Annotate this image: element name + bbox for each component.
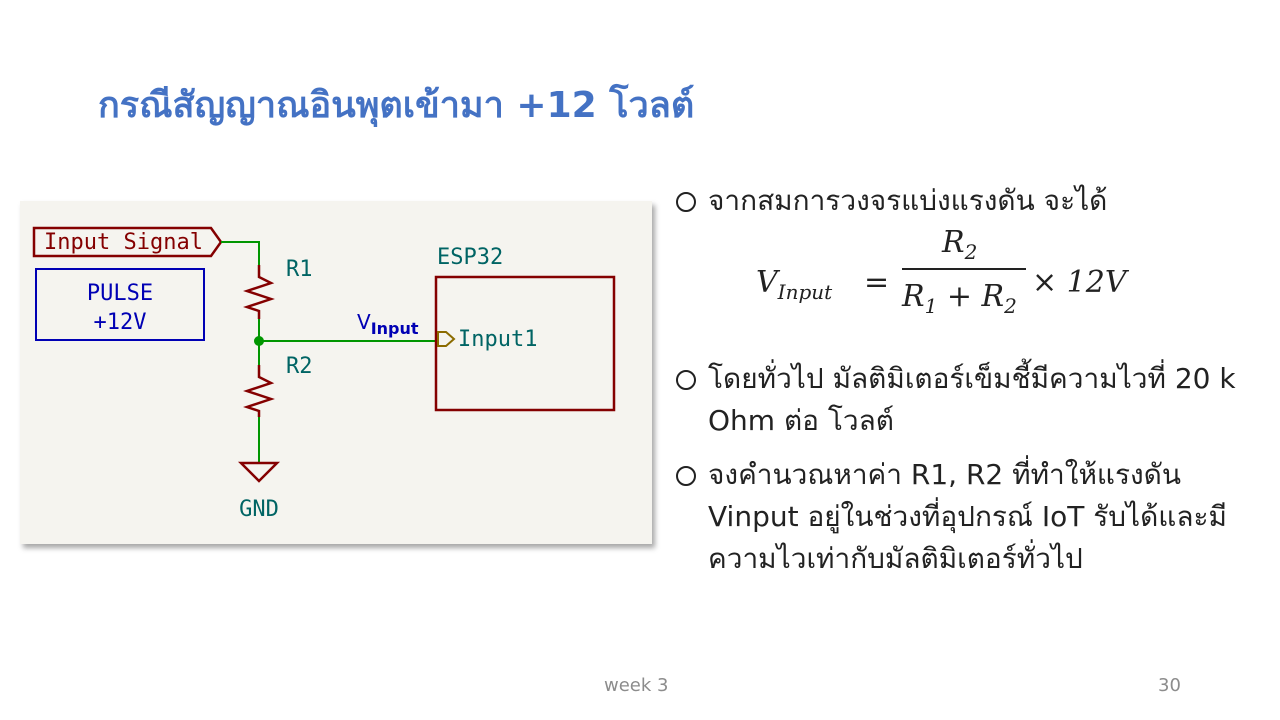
ground-symbol — [237, 461, 281, 483]
esp32-label: ESP32 — [437, 245, 503, 270]
schematic-diagram: Input Signal PULSE +12V R1 R2 GND VInput… — [32, 226, 616, 522]
slide-title: กรณีสัญญาณอินพุตเข้ามา +12 โวลต์ — [98, 85, 695, 126]
footer-week-label: week 3 — [604, 675, 669, 696]
page-number: 30 — [1158, 675, 1181, 696]
formula-equals: = — [864, 265, 890, 300]
bullet-text: จากสมการวงจรแบ่งแรงดัน จะได้ — [708, 184, 1108, 217]
input1-pin-label: Input1 — [458, 327, 537, 352]
bullet-item: โดยทั่วไป มัลติมิเตอร์เข็มชี้มีความไวที่… — [676, 358, 1256, 442]
pulse-label: PULSE — [87, 281, 153, 306]
formula-numerator: R2 — [942, 225, 978, 264]
fraction-bar — [902, 268, 1026, 270]
bullet-item: จงคำนวณหาค่า R1, R2 ที่ทำให้แรงดัน Vinpu… — [676, 454, 1256, 580]
formula-multiplier: × 12V — [1032, 265, 1127, 300]
r2-label: R2 — [286, 354, 313, 379]
bullet-list: จากสมการวงจรแบ่งแรงดัน จะได้ VInput = R2… — [676, 180, 1256, 580]
junction-dot — [254, 336, 264, 346]
bullet-circle-icon — [676, 370, 696, 390]
schematic-figure: Input Signal PULSE +12V R1 R2 GND VInput… — [20, 201, 652, 544]
r1-label: R1 — [286, 257, 313, 282]
bullet-item: จากสมการวงจรแบ่งแรงดัน จะได้ — [676, 180, 1256, 222]
pulse-voltage-label: +12V — [94, 310, 147, 335]
voltage-divider-formula: VInput = R2 R1 + R2 × 12V — [676, 222, 1256, 346]
input-pin-marker — [437, 331, 456, 347]
vinput-net-label: VInput — [357, 310, 419, 338]
bullet-text: โดยทั่วไป มัลติมิเตอร์เข็มชี้มีความไวที่… — [708, 362, 1236, 437]
formula-lhs: VInput — [756, 265, 833, 304]
resistor-r2 — [243, 365, 275, 417]
gnd-label: GND — [239, 497, 279, 522]
bullet-text: จงคำนวณหาค่า R1, R2 ที่ทำให้แรงดัน Vinpu… — [708, 458, 1227, 575]
input-signal-label: Input Signal — [44, 230, 203, 255]
wires — [221, 241, 436, 463]
bullet-circle-icon — [676, 466, 696, 486]
bullet-circle-icon — [676, 192, 696, 212]
formula-denominator: R1 + R2 — [902, 279, 1017, 318]
resistor-r1 — [243, 265, 275, 319]
